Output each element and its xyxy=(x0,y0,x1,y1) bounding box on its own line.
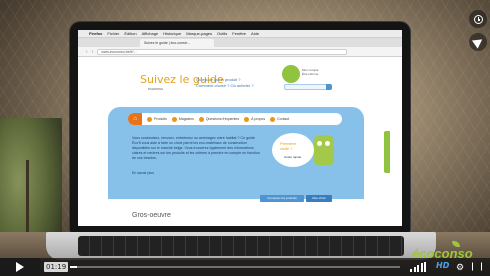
mascot-icon xyxy=(314,135,334,165)
share-button[interactable] xyxy=(469,33,487,51)
login-line: Être informé xyxy=(302,72,319,76)
nav-item: Produits xyxy=(147,116,167,122)
volume-bar xyxy=(417,265,419,272)
play-button[interactable] xyxy=(0,258,40,276)
hd-toggle[interactable]: HD xyxy=(436,261,449,270)
nav-item-label: Produits xyxy=(154,117,167,121)
tagline-line: Comment choisir ? Où acheter ? xyxy=(196,83,254,88)
seek-progress xyxy=(70,266,77,268)
site-search-input xyxy=(284,84,330,90)
video-frame[interactable]: Firefox Fichier Édition Affichage Histor… xyxy=(0,0,490,276)
volume-bar xyxy=(410,269,412,272)
browser-tab: Suivez le guide | éco-constr… xyxy=(140,39,214,47)
site-tagline: Qu'est-ce qu'un produit ? Comment choisi… xyxy=(196,77,254,89)
forward-icon: › xyxy=(91,48,94,55)
menu-item: Affichage xyxy=(141,31,159,36)
volume-bar xyxy=(420,263,423,272)
volume-bar xyxy=(424,262,426,272)
menu-item: Fenêtre xyxy=(232,31,247,36)
nav-dot-icon xyxy=(147,116,152,122)
first-visit-sub: Guide rapide xyxy=(284,155,302,159)
url-field: www.ecoconso.be/fr/... xyxy=(97,48,348,55)
nav-item-label: Questions fréquentes xyxy=(205,117,240,121)
volume-bars-icon[interactable] xyxy=(410,262,426,272)
gear-icon[interactable]: ⚙ xyxy=(456,262,464,272)
clock-hand xyxy=(477,19,480,21)
nav-item: Contact xyxy=(270,116,290,122)
volume-bar xyxy=(413,267,416,272)
back-icon: ‹ xyxy=(86,48,88,55)
first-visit-title: Première visite ? xyxy=(280,141,296,151)
menu-item: Fichier xyxy=(107,31,120,36)
site-nav: ⌂ Produits Magasins Questions fréquentes… xyxy=(128,113,342,125)
nav-dot-icon xyxy=(171,116,177,122)
nav-item-label: Magasins xyxy=(178,117,194,121)
menu-item: Firefox xyxy=(89,31,103,36)
intro-text: Vous construisez, rénovez, entretenez ou… xyxy=(132,136,260,160)
compare-button: Comparer les produits xyxy=(260,195,304,202)
login-links: Mon compte Être informé xyxy=(302,68,319,76)
my-choices-button: Mes choix xyxy=(306,195,332,202)
login-bubble-icon xyxy=(282,65,300,83)
nav-dot-icon xyxy=(244,116,250,122)
site-search-icon xyxy=(326,84,332,90)
menu-item: Outils xyxy=(217,31,228,36)
nav-item: Questions fréquentes xyxy=(198,116,240,122)
fullscreen-icon[interactable] xyxy=(472,262,482,271)
section-title: Gros-oeuvre xyxy=(132,212,171,219)
menu-item: Aide xyxy=(251,31,260,36)
seek-bar[interactable] xyxy=(70,266,400,268)
mascot-eye xyxy=(317,141,322,146)
browser-urlbar: ‹ › www.ecoconso.be/fr/... xyxy=(78,47,402,57)
os-menubar: Firefox Fichier Édition Affichage Histor… xyxy=(78,30,402,38)
nav-dot-icon xyxy=(198,116,204,122)
nav-item: À propos xyxy=(244,116,266,122)
home-icon: ⌂ xyxy=(128,113,142,125)
watch-later-button[interactable] xyxy=(469,10,487,28)
time-display: 01:19 xyxy=(44,262,69,272)
feedback-side-tab xyxy=(384,131,390,173)
nav-dot-icon xyxy=(270,116,276,122)
nav-item-label: Contact xyxy=(277,117,290,121)
send-icon xyxy=(471,35,485,49)
nav-item-label: À propos xyxy=(251,117,266,121)
laptop-screen: Firefox Fichier Édition Affichage Histor… xyxy=(78,30,402,226)
nav-item: Magasins xyxy=(171,116,194,122)
intro-link: En savoir plus xyxy=(132,171,154,175)
menu-item: Historique xyxy=(163,31,182,36)
laptop-keyboard xyxy=(78,236,404,256)
browser-tabbar: Suivez le guide | éco-constr… xyxy=(78,38,402,47)
plant-stem xyxy=(26,160,29,240)
menu-item: Édition xyxy=(124,31,137,36)
clock-icon xyxy=(473,14,483,24)
menu-item: Marque-pages xyxy=(186,31,213,36)
web-page: Suivez le guide écoconso Qu'est-ce qu'un… xyxy=(78,57,402,226)
mascot-eye xyxy=(325,141,330,146)
first-visit-line: visite ? xyxy=(280,146,293,151)
site-logo-sub: écoconso xyxy=(148,87,163,91)
play-icon xyxy=(16,262,24,272)
